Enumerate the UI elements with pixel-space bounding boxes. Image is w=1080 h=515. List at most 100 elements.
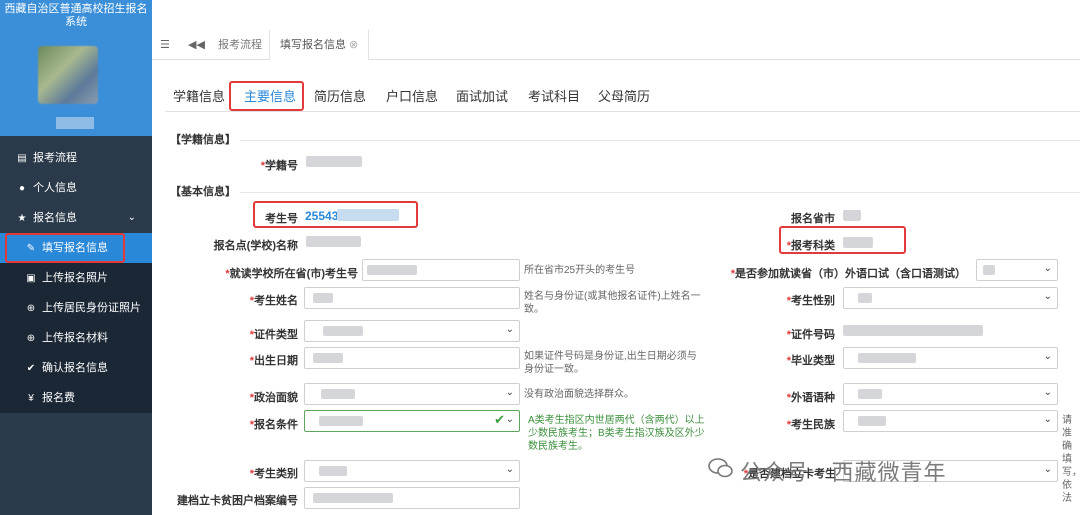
sidebar-item-registration[interactable]: ★ 报名信息 ⌄ — [0, 203, 152, 233]
label-minzu: *考生民族 — [786, 419, 835, 431]
close-icon[interactable]: ⊗ — [349, 39, 358, 51]
sidebar-item-upload-photo[interactable]: ▣ 上传报名照片 — [0, 263, 152, 293]
value-blurred — [323, 326, 363, 336]
tab-process[interactable]: 报考流程 — [208, 30, 272, 60]
hint-chusheng: 如果证件号码是身份证,出生日期必须与身份证一致。 — [524, 351, 697, 375]
minzu-select[interactable]: ⌄ — [843, 410, 1058, 432]
value-blurred — [367, 265, 417, 275]
label-jiandang: 建档立卡贫困户档案编号 — [177, 495, 298, 507]
sidebar-menu: ▤ 报考流程 ● 个人信息 ★ 报名信息 ⌄ ✎ 填写报名信息 ▣ 上传报名照片 ⊕ 上传居… — [0, 143, 152, 413]
list-icon: ▤ — [17, 153, 27, 164]
hint-tiaojian: A类考生指区内世居两代（含两代）以上少数民族考生；B类考生指汉族及区外少数民族考… — [528, 415, 705, 452]
value-blurred — [313, 293, 333, 303]
chevron-down-icon: ⌄ — [1043, 351, 1052, 362]
jiandang-input[interactable] — [304, 487, 520, 509]
sidebar-item-label: 确认报名信息 — [42, 362, 108, 374]
divider — [240, 192, 1080, 193]
sidebar-item-label: 报考流程 — [33, 152, 77, 164]
label-tiaojian: *报名条件 — [249, 419, 298, 431]
chevron-down-icon: ⌄ — [505, 324, 514, 335]
plus-circle-icon: ⊕ — [26, 333, 36, 344]
highlight-box — [779, 226, 906, 254]
xingbie-select[interactable]: ⌄ — [843, 287, 1058, 309]
tab-interview[interactable]: 面试加试 — [456, 84, 508, 112]
jiudu-input[interactable] — [362, 259, 520, 281]
label-waiyu-yuzhong: *外语语种 — [786, 392, 835, 404]
check-icon: ✔ — [26, 363, 36, 374]
value-blurred — [858, 389, 882, 399]
value-blurred — [313, 493, 393, 503]
sidebar-item-upload-idcard[interactable]: ⊕ 上传居民身份证照片 — [0, 293, 152, 323]
value-blurred — [983, 265, 995, 275]
tab-parents[interactable]: 父母简历 — [598, 84, 650, 112]
top-tab-bar: ☰ ◀◀ 报考流程 填写报名信息 ⊗ — [152, 30, 1080, 60]
yen-icon: ¥ — [28, 393, 34, 404]
user-icon: ● — [18, 183, 26, 194]
value-blurred — [843, 325, 983, 336]
highlight-box — [229, 81, 304, 111]
label-shengshi: 报名省市 — [791, 213, 835, 225]
menu-toggle-icon[interactable]: ☰ — [160, 38, 170, 51]
zhengzhi-select[interactable]: ⌄ — [304, 383, 520, 405]
sidebar-item-label: 个人信息 — [33, 182, 77, 194]
label-zhengjian-haoma: *证件号码 — [786, 329, 835, 341]
image-file-icon: ▣ — [26, 273, 36, 284]
tab-hukou[interactable]: 户口信息 — [386, 84, 438, 112]
label-biye: *毕业类型 — [786, 355, 835, 367]
sidebar-item-label: 报名信息 — [33, 212, 77, 224]
sidebar-item-label: 上传报名材料 — [42, 332, 108, 344]
label-xingming: *考生姓名 — [249, 295, 298, 307]
app-window: 西藏自治区普通高校招生报名系统 ▤ 报考流程 ● 个人信息 ★ 报名信息 ⌄ ✎ 填写报… — [0, 0, 1080, 515]
tiaojian-select[interactable]: ✔ ⌄ — [304, 410, 520, 432]
leibie-select[interactable]: ⌄ — [304, 460, 520, 482]
sidebar-item-process[interactable]: ▤ 报考流程 — [0, 143, 152, 173]
hint-minzu: 请准确填写，依法 — [1062, 415, 1080, 504]
label-jiudu: *就读学校所在省(市)考生号 — [225, 268, 358, 280]
sidebar-item-fee[interactable]: ¥ 报名费 — [0, 383, 152, 413]
section-title: 【基本信息】 — [170, 186, 236, 198]
waiyu-yuzhong-select[interactable]: ⌄ — [843, 383, 1058, 405]
tab-subjects[interactable]: 考试科目 — [528, 84, 580, 112]
chusheng-input[interactable] — [304, 347, 520, 369]
value-blurred — [306, 236, 361, 247]
sidebar-item-personal[interactable]: ● 个人信息 — [0, 173, 152, 203]
waiyu-select[interactable]: ⌄ — [976, 259, 1058, 281]
plus-circle-icon: ⊕ — [26, 303, 36, 314]
tab-label: 报考流程 — [218, 39, 262, 51]
value-blurred — [321, 389, 355, 399]
zhengjian-leixing-select[interactable]: ⌄ — [304, 320, 520, 342]
tab-fill-info[interactable]: 填写报名信息 ⊗ — [269, 30, 370, 60]
highlight-box — [253, 201, 418, 228]
tab-label: 填写报名信息 — [280, 39, 346, 51]
label-chusheng: *出生日期 — [249, 355, 298, 367]
star-icon: ★ — [17, 213, 27, 224]
divider — [240, 140, 1080, 141]
watermark-text: 公众号 · 西藏微青年 — [740, 460, 947, 485]
value-blurred — [306, 156, 362, 167]
double-left-arrow-icon[interactable]: ◀◀ — [188, 38, 205, 51]
value-blurred — [858, 293, 872, 303]
sidebar-item-confirm[interactable]: ✔ 确认报名信息 — [0, 353, 152, 383]
label-waiyu: *是否参加就读省（市）外语口试（含口语测试） — [730, 268, 966, 280]
xingming-input[interactable] — [304, 287, 520, 309]
value-blurred — [858, 353, 916, 363]
sidebar-header: 西藏自治区普通高校招生报名系统 — [0, 0, 152, 136]
tab-xueji[interactable]: 学籍信息 — [173, 84, 225, 112]
chevron-down-icon: ⌄ — [505, 414, 514, 425]
chevron-down-icon: ⌄ — [1043, 414, 1052, 425]
chevron-down-icon: ⌄ — [505, 464, 514, 475]
biye-select[interactable]: ⌄ — [843, 347, 1058, 369]
sidebar-item-label: 上传报名照片 — [42, 272, 108, 284]
hint-jiudu: 所在省市25开头的考生号 — [524, 265, 636, 276]
tab-resume[interactable]: 简历信息 — [314, 84, 366, 112]
sidebar-item-upload-materials[interactable]: ⊕ 上传报名材料 — [0, 323, 152, 353]
label-zhengzhi: *政治面貌 — [249, 392, 298, 404]
value-blurred — [313, 353, 343, 363]
chevron-down-icon: ⌄ — [1043, 263, 1052, 274]
value-blurred — [858, 416, 886, 426]
label-xingbie: *考生性别 — [786, 295, 835, 307]
check-icon: ✔ — [494, 412, 505, 427]
chevron-down-icon: ⌄ — [1043, 464, 1052, 475]
value-blurred — [843, 210, 861, 221]
label-leibie: *考生类别 — [249, 468, 298, 480]
